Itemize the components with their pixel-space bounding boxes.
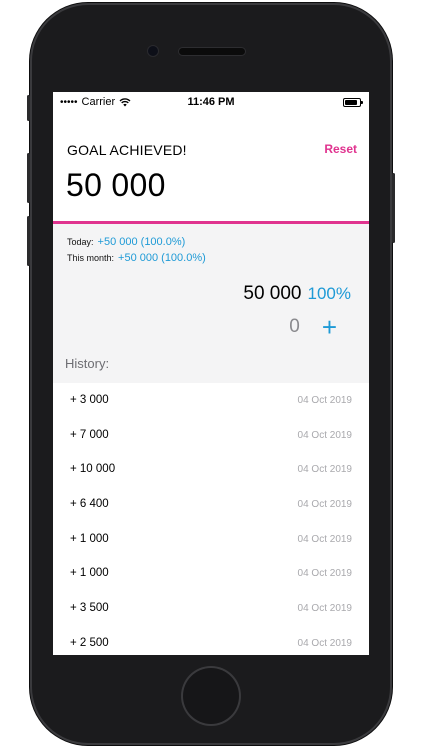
- volume-down-button: [27, 216, 30, 266]
- stats-panel: Today: +50 000 (100.0%) This month: +50 …: [53, 224, 369, 383]
- volume-up-button: [27, 153, 30, 203]
- reset-button[interactable]: Reset: [324, 142, 357, 156]
- add-amount-row: 0 +: [289, 314, 337, 340]
- history-date: 04 Oct 2019: [297, 464, 352, 476]
- history-list[interactable]: + 3 000 04 Oct 2019 + 7 000 04 Oct 2019 + 10…: [53, 383, 369, 655]
- history-label: History:: [65, 356, 110, 371]
- home-button[interactable]: [183, 668, 239, 724]
- earpiece-speaker: [179, 48, 245, 55]
- history-row[interactable]: + 6 400 04 Oct 2019: [53, 487, 369, 522]
- phone-frame: ••••• Carrier 11:46 PM GOAL ACHIEVED! Re…: [27, 3, 395, 745]
- goal-status-title: GOAL ACHIEVED!: [67, 142, 187, 158]
- goal-header: GOAL ACHIEVED! Reset 50 000: [53, 112, 369, 224]
- history-amount: + 6 400: [70, 498, 109, 511]
- history-row[interactable]: + 3 500 04 Oct 2019: [53, 591, 369, 626]
- power-button: [392, 173, 395, 243]
- battery-icon: [343, 98, 363, 107]
- status-time: 11:46 PM: [187, 96, 235, 108]
- stat-month: This month: +50 000 (100.0%): [67, 252, 206, 264]
- today-value: +50 000 (100.0%): [97, 236, 186, 248]
- history-date: 04 Oct 2019: [297, 603, 352, 615]
- battery-fill: [345, 100, 358, 105]
- front-camera: [148, 46, 158, 56]
- month-label: This month:: [67, 253, 115, 263]
- app-screen: ••••• Carrier 11:46 PM GOAL ACHIEVED! Re…: [53, 92, 369, 655]
- history-date: 04 Oct 2019: [297, 499, 352, 511]
- history-amount: + 10 000: [70, 463, 116, 476]
- total-percent: 100%: [307, 284, 351, 303]
- add-button[interactable]: +: [322, 314, 337, 340]
- history-row[interactable]: + 3 000 04 Oct 2019: [53, 383, 369, 418]
- history-row[interactable]: + 10 000 04 Oct 2019: [53, 452, 369, 487]
- history-date: 04 Oct 2019: [297, 637, 352, 649]
- total-row: 50 000 100%: [243, 283, 351, 305]
- history-amount: + 3 000: [70, 394, 109, 406]
- goal-amount: 50 000: [66, 167, 166, 203]
- history-row[interactable]: + 7 000 04 Oct 2019: [53, 418, 369, 453]
- history-amount: + 1 000: [70, 532, 109, 545]
- history-amount: + 2 500: [70, 636, 109, 649]
- history-row[interactable]: + 2 500 04 Oct 2019: [53, 626, 369, 655]
- history-row[interactable]: + 1 000 04 Oct 2019: [53, 556, 369, 591]
- history-amount: + 3 500: [70, 602, 109, 615]
- month-value: +50 000 (100.0%): [118, 252, 206, 264]
- history-date: 04 Oct 2019: [297, 568, 352, 580]
- mute-switch: [27, 95, 30, 121]
- status-bar: ••••• Carrier 11:46 PM: [53, 92, 369, 112]
- total-value: 50 000: [243, 283, 302, 304]
- history-date: 04 Oct 2019: [297, 533, 352, 545]
- today-label: Today:: [67, 237, 94, 247]
- history-row[interactable]: + 1 000 04 Oct 2019: [53, 522, 369, 557]
- history-date: 04 Oct 2019: [297, 395, 352, 406]
- history-amount: + 7 000: [70, 428, 109, 441]
- history-date: 04 Oct 2019: [297, 429, 352, 441]
- amount-input[interactable]: 0: [289, 316, 300, 338]
- history-amount: + 1 000: [70, 567, 109, 580]
- stat-today: Today: +50 000 (100.0%): [67, 236, 185, 248]
